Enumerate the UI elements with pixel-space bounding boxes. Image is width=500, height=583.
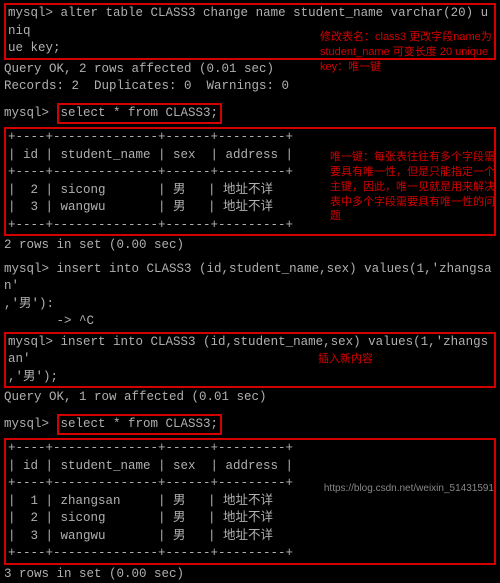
table-row: | 3 | wangwu | 男 | 地址不详	[8, 528, 492, 546]
insert2-result: Query OK, 1 row affected (0.01 sec)	[4, 389, 496, 407]
table2-border: +----+--------------+------+---------+	[8, 440, 492, 458]
insert2-line1: insert into CLASS3 (id,student_name,sex)…	[8, 335, 488, 367]
insert1-line2: ,'男'):	[4, 296, 496, 314]
result1-line2: Records: 2 Duplicates: 0 Warnings: 0	[4, 78, 496, 96]
prompt: mysql>	[4, 106, 49, 120]
select1-command[interactable]: select * from CLASS3;	[57, 103, 223, 125]
table1-summary: 2 rows in set (0.00 sec)	[4, 237, 496, 255]
table2-summary: 3 rows in set (0.00 sec)	[4, 566, 496, 583]
annotation-unique-key: 唯一键：每张表往往有多个字段需要具有唯一性，但是只能指定一个主键，因此，唯一见就…	[330, 150, 495, 224]
table-row: | 2 | sicong | 男 | 地址不详	[8, 510, 492, 528]
prompt: mysql>	[8, 6, 53, 20]
watermark: https://blog.csdn.net/weixin_51431591	[324, 482, 494, 496]
table2-result[interactable]: +----+--------------+------+---------+ |…	[4, 438, 496, 565]
table2-header: | id | student_name | sex | address |	[8, 458, 492, 476]
table2-border: +----+--------------+------+---------+	[8, 545, 492, 563]
table1-border: +----+--------------+------+---------+	[8, 129, 492, 147]
select2-command[interactable]: select * from CLASS3;	[57, 414, 223, 436]
prompt: mysql>	[4, 417, 49, 431]
annotation-insert: 插入新内容	[318, 352, 373, 367]
insert1-line1[interactable]: insert into CLASS3 (id,student_name,sex)…	[4, 262, 492, 294]
prompt: mysql>	[8, 335, 53, 349]
insert1-cancel: -> ^C	[4, 313, 496, 331]
annotation-alter-table: 修改表名：class3 更改字段name为student_name 可变长度 2…	[320, 30, 495, 75]
prompt: mysql>	[4, 262, 49, 276]
insert2-command[interactable]: mysql> insert into CLASS3 (id,student_na…	[4, 332, 496, 389]
insert2-line2: ,'男');	[8, 369, 492, 387]
